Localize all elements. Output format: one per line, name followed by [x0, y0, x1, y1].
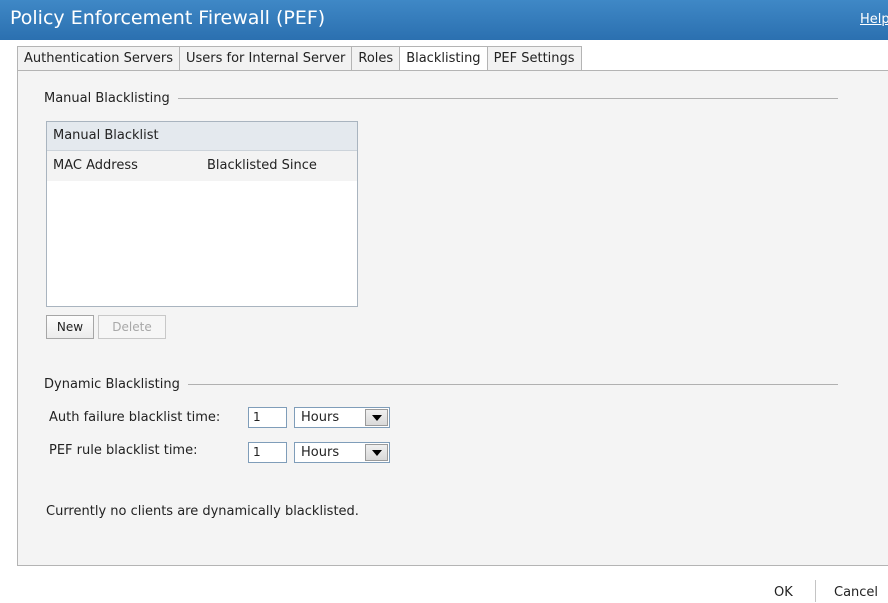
- title-bar: Policy Enforcement Firewall (PEF) Help: [0, 0, 888, 40]
- manual-blacklist-title: Manual Blacklist: [47, 122, 357, 151]
- new-button[interactable]: New: [46, 315, 94, 339]
- manual-blacklist-columns: MAC Address Blacklisted Since: [47, 151, 357, 181]
- tab-roles[interactable]: Roles: [351, 46, 400, 71]
- blacklisting-panel: Manual Blacklisting Manual Blacklist MAC…: [17, 70, 888, 566]
- section-divider: [177, 98, 838, 99]
- auth-failure-label: Auth failure blacklist time:: [49, 410, 221, 425]
- delete-button[interactable]: Delete: [98, 315, 166, 339]
- chevron-down-icon[interactable]: [365, 409, 388, 426]
- auth-failure-unit-value: Hours: [301, 410, 340, 425]
- help-link[interactable]: Help: [860, 12, 888, 27]
- manual-blacklist-list[interactable]: Manual Blacklist MAC Address Blacklisted…: [46, 121, 358, 307]
- pef-rule-label: PEF rule blacklist time:: [49, 443, 198, 458]
- cancel-button[interactable]: Cancel: [834, 583, 878, 603]
- ok-button[interactable]: OK: [774, 583, 793, 603]
- tab-authentication-servers[interactable]: Authentication Servers: [17, 46, 179, 71]
- column-header-blacklisted-since[interactable]: Blacklisted Since: [207, 151, 317, 181]
- auth-failure-time-input[interactable]: 1: [248, 407, 287, 428]
- manual-blacklisting-header: Manual Blacklisting: [44, 91, 838, 106]
- column-header-mac-address[interactable]: MAC Address: [53, 151, 138, 181]
- manual-blacklisting-title: Manual Blacklisting: [44, 91, 170, 106]
- auth-failure-unit-select[interactable]: Hours: [294, 407, 390, 428]
- tab-bar: Authentication Servers Users for Interna…: [17, 46, 582, 71]
- dynamic-blacklist-status: Currently no clients are dynamically bla…: [46, 504, 359, 519]
- section-divider: [187, 384, 838, 385]
- chevron-down-icon[interactable]: [365, 444, 388, 461]
- tab-blacklisting[interactable]: Blacklisting: [399, 46, 487, 71]
- pef-rule-unit-select[interactable]: Hours: [294, 442, 390, 463]
- footer-divider: [815, 580, 816, 602]
- tab-pef-settings[interactable]: PEF Settings: [486, 46, 582, 71]
- pef-rule-unit-value: Hours: [301, 445, 340, 460]
- dynamic-blacklisting-header: Dynamic Blacklisting: [44, 377, 838, 392]
- pef-rule-time-input[interactable]: 1: [248, 442, 287, 463]
- dynamic-blacklisting-title: Dynamic Blacklisting: [44, 377, 180, 392]
- tab-users-for-internal-server[interactable]: Users for Internal Server: [178, 46, 352, 71]
- window-title: Policy Enforcement Firewall (PEF): [10, 7, 326, 29]
